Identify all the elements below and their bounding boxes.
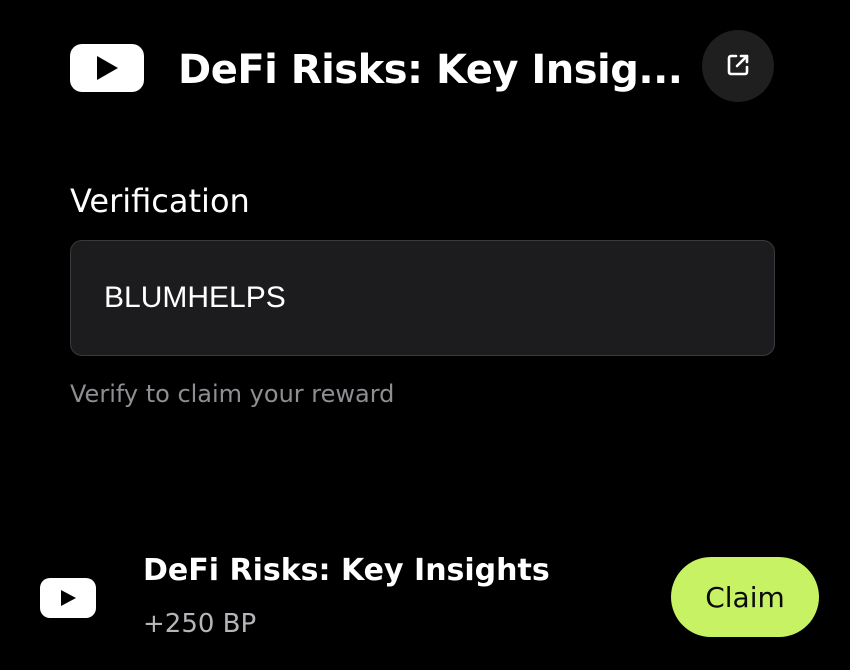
open-external-button[interactable] (702, 30, 774, 102)
verification-label: Verification (70, 182, 250, 220)
task-title: DeFi Risks: Key Insights (143, 553, 550, 588)
youtube-logo-icon (70, 44, 144, 92)
external-link-icon (725, 52, 751, 81)
verification-hint: Verify to claim your reward (70, 380, 395, 408)
claim-button[interactable]: Claim (671, 557, 819, 637)
task-youtube-icon (40, 578, 96, 618)
task-reward: +250 BP (143, 609, 257, 639)
page-title: DeFi Risks: Key Insig... (178, 47, 683, 93)
task-verification-panel: DeFi Risks: Key Insig... Verification Ve… (0, 0, 850, 670)
verification-code-input[interactable] (70, 240, 775, 356)
